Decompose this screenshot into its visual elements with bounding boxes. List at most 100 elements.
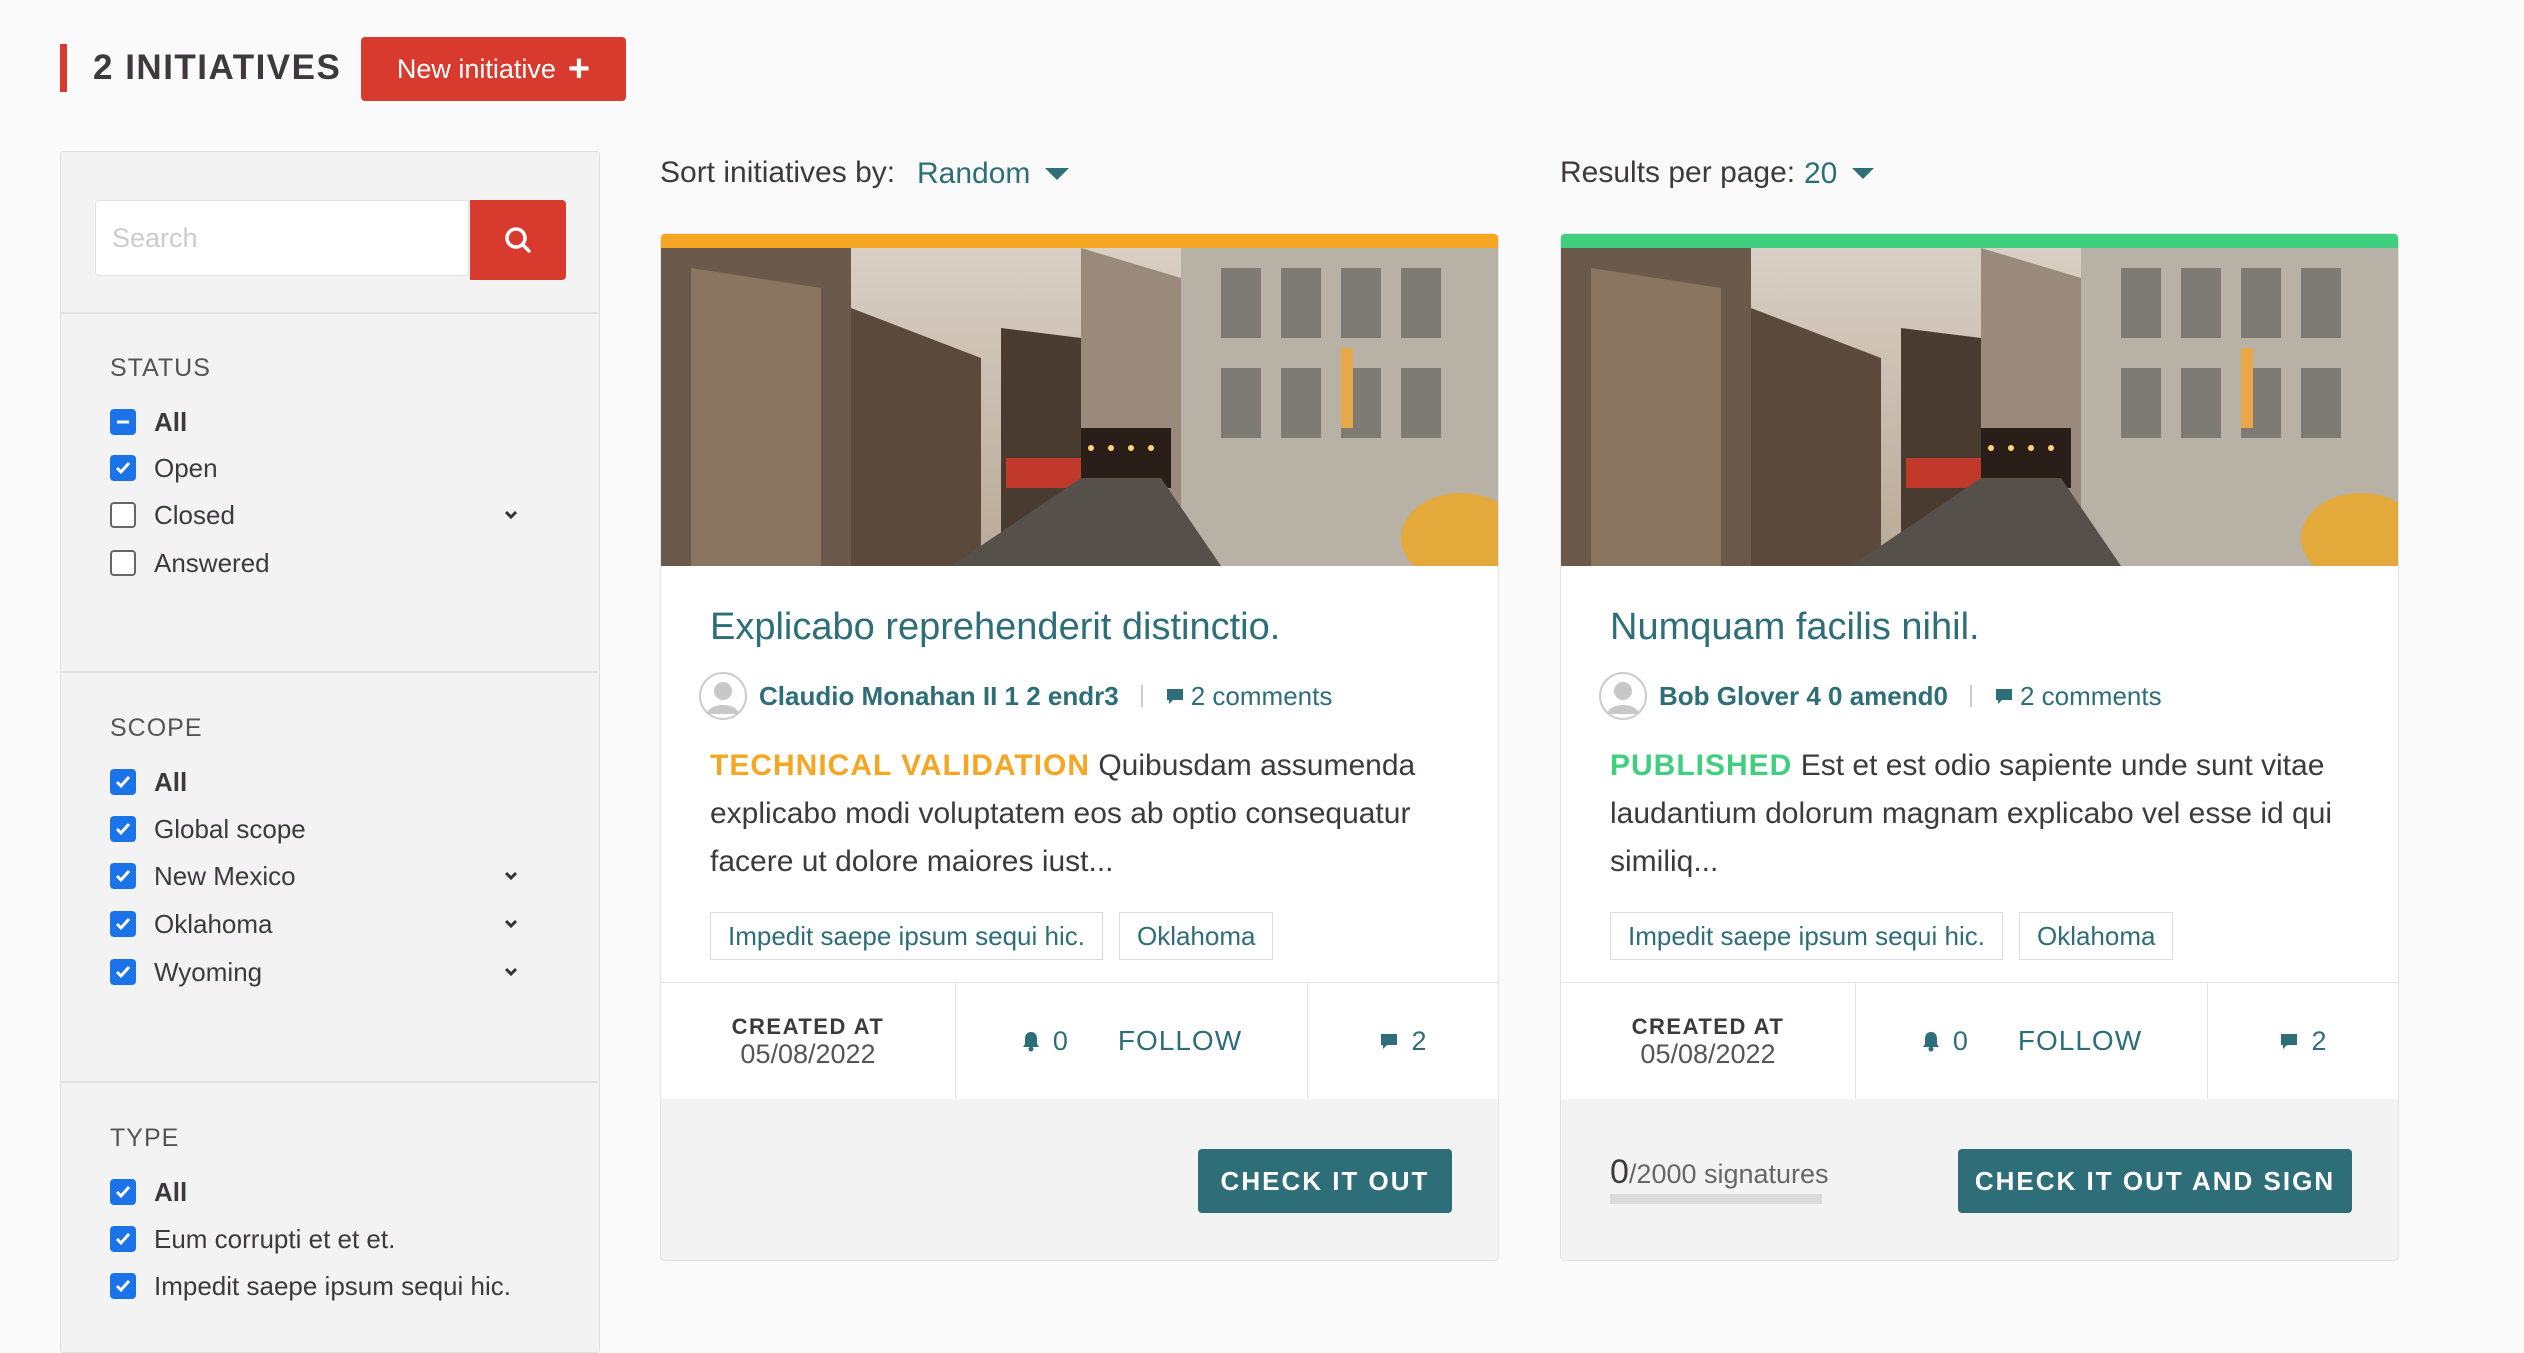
- state-badge: PUBLISHED: [1610, 749, 1793, 782]
- scope-oklahoma-checkbox[interactable]: Oklahoma: [110, 904, 530, 944]
- status-closed-checkbox[interactable]: Closed: [110, 495, 530, 535]
- comment-icon: [1381, 1034, 1398, 1049]
- checkbox-label: All: [154, 1176, 188, 1207]
- checkbox-label: New Mexico: [154, 860, 296, 891]
- signatures-progress-bar: [1610, 1194, 1822, 1204]
- scope-all-checkbox[interactable]: All: [110, 762, 187, 802]
- follow-cell: 0 FOLLOW: [1856, 983, 2208, 1099]
- checkmark-icon: [110, 1179, 136, 1205]
- checkbox-label: Impedit saepe ipsum sequi hic.: [154, 1270, 511, 1301]
- comment-icon: [1995, 689, 2012, 704]
- per-page-dropdown[interactable]: 20: [1804, 157, 1875, 191]
- type-impedit-checkbox[interactable]: Impedit saepe ipsum sequi hic.: [110, 1266, 511, 1306]
- card-stats: CREATED AT 05/08/2022 0 FOLLOW 2: [661, 982, 1498, 1100]
- chevron-down-icon[interactable]: [502, 864, 520, 886]
- signatures-count: 0: [1610, 1153, 1629, 1191]
- type-filter-title: TYPE: [110, 1124, 180, 1152]
- tag[interactable]: Oklahoma: [2018, 912, 2174, 960]
- initiative-image[interactable]: [661, 248, 1498, 566]
- new-initiative-button[interactable]: New initiative +: [361, 37, 626, 101]
- follow-cell: 0 FOLLOW: [956, 983, 1308, 1099]
- checkmark-icon: [110, 816, 136, 842]
- card-footer: 0/2000 signatures CHECK IT OUT AND SIGN: [1561, 1099, 2398, 1260]
- empty-checkbox-icon: [110, 550, 136, 576]
- sort-dropdown[interactable]: Random: [917, 157, 1070, 191]
- comment-icon: [1166, 689, 1183, 704]
- checkbox-label: Global scope: [154, 813, 306, 844]
- plus-icon: +: [567, 48, 591, 90]
- divider: [61, 1081, 598, 1083]
- checkbox-label: Open: [154, 452, 218, 483]
- status-filter-title: STATUS: [110, 354, 211, 382]
- new-initiative-label: New initiative: [396, 53, 556, 84]
- empty-checkbox-icon: [110, 502, 136, 528]
- initiative-title[interactable]: Numquam facilis nihil.: [1610, 606, 1980, 649]
- comment-count-cell[interactable]: 2: [2208, 983, 2398, 1099]
- search-form: [95, 200, 566, 280]
- sort-value: Random: [917, 157, 1031, 190]
- search-input[interactable]: [95, 200, 469, 276]
- comments-link[interactable]: 2 comments: [1994, 681, 2162, 712]
- check-it-out-button[interactable]: CHECK IT OUT: [1198, 1149, 1452, 1213]
- checkmark-icon: [110, 1226, 136, 1252]
- caret-down-icon: [1852, 168, 1875, 179]
- tag[interactable]: Impedit saepe ipsum sequi hic.: [710, 912, 1103, 960]
- comments-label: 2 comments: [2019, 680, 2162, 711]
- divider: [61, 312, 598, 314]
- created-at: CREATED AT 05/08/2022: [661, 983, 956, 1099]
- initiative-title[interactable]: Explicabo reprehenderit distinctio.: [710, 606, 1280, 649]
- initiative-card: Numquam facilis nihil. Bob Glover 4 0 am…: [1560, 233, 2399, 1261]
- chevron-down-icon[interactable]: [502, 912, 520, 934]
- follow-button[interactable]: FOLLOW: [1118, 1025, 1242, 1057]
- checkbox-label: All: [154, 406, 188, 437]
- scope-new-mexico-checkbox[interactable]: New Mexico: [110, 856, 530, 896]
- tag[interactable]: Oklahoma: [1118, 912, 1274, 960]
- comments-label: 2 comments: [1190, 680, 1333, 711]
- chevron-down-icon[interactable]: [502, 960, 520, 982]
- divider: [1140, 685, 1143, 707]
- follow-button[interactable]: FOLLOW: [2018, 1025, 2142, 1057]
- comments-link[interactable]: 2 comments: [1165, 680, 1333, 712]
- title-accent-bar: [60, 44, 67, 92]
- bell-icon: [1022, 1032, 1039, 1052]
- chevron-down-icon[interactable]: [502, 503, 520, 525]
- initiative-image[interactable]: [1561, 248, 2398, 566]
- check-it-out-and-sign-button[interactable]: CHECK IT OUT AND SIGN: [1958, 1149, 2352, 1213]
- divider: [1969, 685, 1972, 707]
- initiative-card: Explicabo reprehenderit distinctio. Clau…: [660, 233, 1499, 1261]
- scope-wyoming-checkbox[interactable]: Wyoming: [110, 952, 530, 992]
- checkmark-icon: [110, 455, 136, 481]
- status-open-checkbox[interactable]: Open: [110, 448, 218, 488]
- comment-icon: [2281, 1034, 2298, 1049]
- checkbox-label: Closed: [154, 499, 235, 530]
- type-all-checkbox[interactable]: All: [110, 1172, 187, 1212]
- checkbox-label: Eum corrupti et et et.: [154, 1223, 396, 1254]
- scope-filter-title: SCOPE: [110, 714, 203, 742]
- sort-label: Sort initiatives by:: [660, 156, 896, 189]
- author-row: Bob Glover 4 0 amend0 2 comments: [1599, 672, 2162, 720]
- author-name[interactable]: Claudio Monahan II 1 2 endr3: [759, 681, 1119, 712]
- avatar: [1599, 672, 1647, 720]
- status-answered-checkbox[interactable]: Answered: [110, 543, 270, 583]
- card-footer: CHECK IT OUT: [661, 1099, 1498, 1260]
- search-button[interactable]: [470, 200, 566, 280]
- state-color-bar: [1561, 234, 2398, 248]
- checkbox-label: Answered: [154, 547, 270, 578]
- indeterminate-checkbox-icon: [110, 409, 136, 435]
- author-name[interactable]: Bob Glover 4 0 amend0: [1659, 681, 1948, 712]
- signatures-progress: 0/2000 signatures: [1610, 1153, 1829, 1204]
- scope-global-checkbox[interactable]: Global scope: [110, 809, 306, 849]
- created-label: CREATED AT: [731, 1014, 885, 1039]
- created-label: CREATED AT: [1631, 1014, 1785, 1039]
- checkmark-icon: [110, 769, 136, 795]
- status-all-checkbox[interactable]: All: [110, 402, 187, 442]
- comment-count-cell[interactable]: 2: [1308, 983, 1498, 1099]
- divider: [61, 671, 598, 673]
- checkbox-label: All: [154, 766, 188, 797]
- signatures-total: /2000 signatures: [1628, 1159, 1829, 1189]
- tag-list: Impedit saepe ipsum sequi hic. Oklahoma: [710, 912, 1274, 960]
- tag[interactable]: Impedit saepe ipsum sequi hic.: [1610, 912, 2003, 960]
- type-eum-checkbox[interactable]: Eum corrupti et et et.: [110, 1219, 395, 1259]
- followers-count: 0: [1052, 1025, 1068, 1056]
- checkbox-label: Wyoming: [154, 956, 263, 987]
